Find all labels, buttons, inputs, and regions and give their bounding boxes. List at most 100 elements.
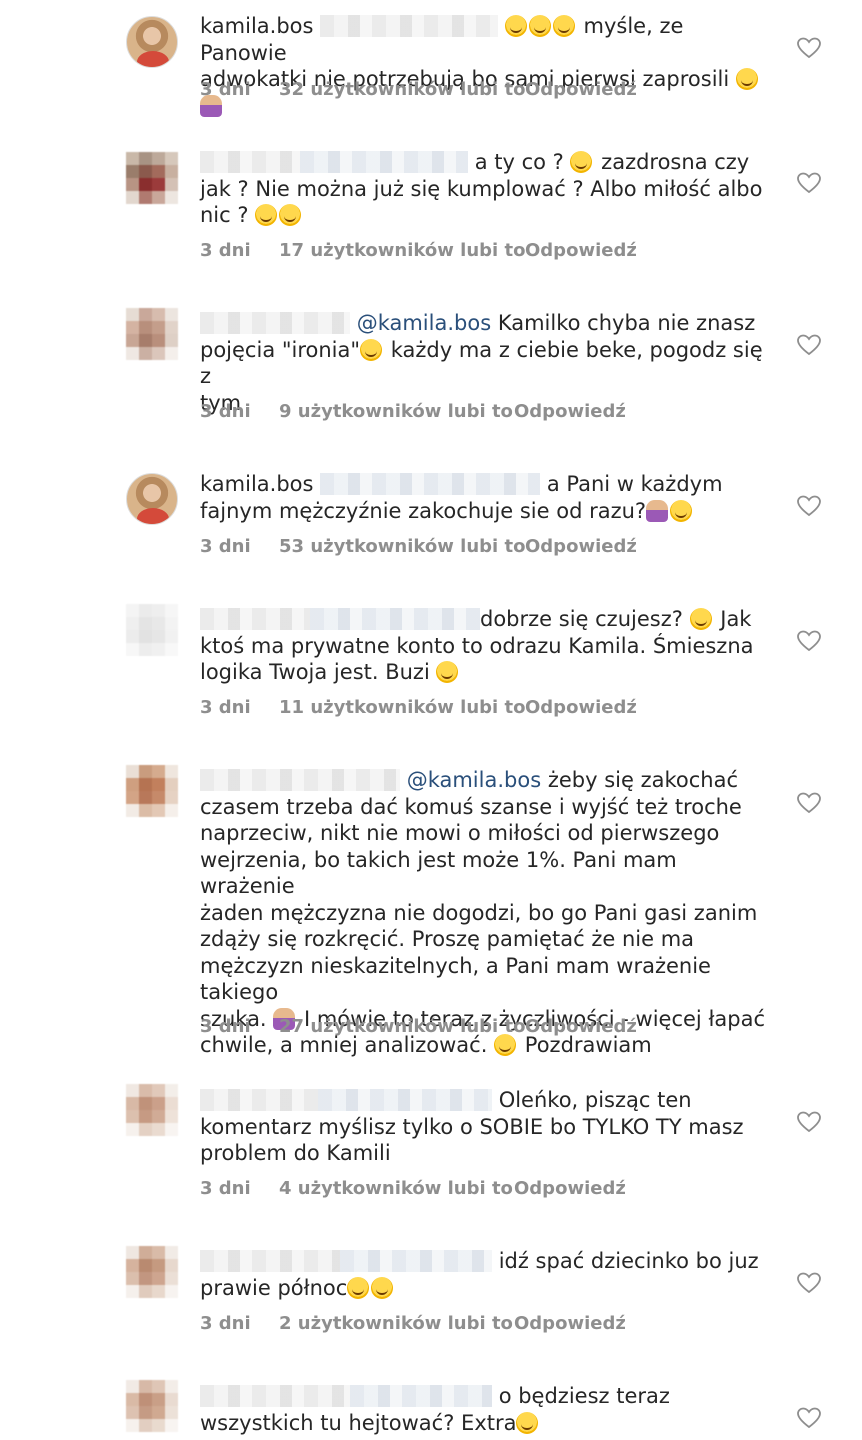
comment-body: logika Twoja jest. Buzi bbox=[200, 660, 430, 684]
rofl-emoji-icon bbox=[570, 151, 593, 173]
comment-body: wszystkich tu hejtować? Extra bbox=[200, 1410, 517, 1435]
reply-button[interactable]: Odpowiedź bbox=[514, 401, 626, 422]
facepalm-emoji-icon bbox=[646, 499, 669, 522]
heart-icon[interactable] bbox=[797, 37, 821, 59]
reply-button[interactable]: Odpowiedź bbox=[525, 240, 637, 261]
pixelated-mention bbox=[300, 151, 468, 173]
joy-emoji-icon bbox=[504, 15, 527, 37]
pixelated-username bbox=[200, 312, 350, 334]
comment-body: problem do Kamili bbox=[200, 1141, 391, 1165]
heart-icon[interactable] bbox=[797, 1407, 821, 1429]
pixelated-username bbox=[200, 1089, 318, 1111]
comment-body: dobrze się czujesz? bbox=[480, 607, 683, 631]
kiss-emoji-icon bbox=[436, 661, 459, 683]
timestamp: 3 dni bbox=[200, 697, 251, 718]
likes-count[interactable]: 11 użytkowników lubi to bbox=[279, 697, 525, 718]
avatar[interactable] bbox=[126, 473, 178, 525]
likes-count[interactable]: 17 użytkowników lubi to bbox=[279, 240, 525, 261]
joy-emoji-icon bbox=[279, 204, 302, 226]
pixelated-mention bbox=[318, 1089, 492, 1111]
timestamp: 3 dni bbox=[200, 1313, 251, 1334]
comment-body: naprzeciw, nikt nie mowi o miłości od pi… bbox=[200, 821, 720, 845]
comment-body: jak ? Nie można już się kumplować ? Albo… bbox=[200, 176, 763, 201]
comment-body: Oleńko, pisząc ten bbox=[498, 1088, 692, 1112]
joy-emoji-icon bbox=[255, 204, 278, 226]
pixelated-username bbox=[200, 151, 300, 173]
reply-button[interactable]: Odpowiedź bbox=[514, 1178, 626, 1199]
timestamp: 3 dni bbox=[200, 1016, 251, 1037]
heart-icon[interactable] bbox=[797, 1272, 821, 1294]
pixelated-mention bbox=[320, 473, 541, 495]
likes-count[interactable]: 4 użytkowników lubi to bbox=[279, 1178, 513, 1199]
comment-body: wejrzenia, bo takich jest może 1%. Pani … bbox=[200, 847, 677, 899]
joy-emoji-icon bbox=[528, 15, 551, 37]
username-link[interactable]: kamila.bos bbox=[200, 14, 313, 38]
comment-body: o będziesz teraz bbox=[498, 1384, 670, 1408]
joy-emoji-icon bbox=[552, 15, 575, 37]
comment-text: Oleńko, pisząc ten komentarz myślisz tyl… bbox=[200, 1087, 768, 1167]
mention-link[interactable]: @kamila.bos bbox=[407, 768, 541, 792]
reply-button[interactable]: Odpowiedź bbox=[525, 536, 637, 557]
comment-body: prawie północ bbox=[200, 1275, 348, 1300]
comment-body: Jak bbox=[720, 607, 752, 631]
comment-body: pojęcia "ironia" bbox=[200, 337, 361, 362]
avatar[interactable] bbox=[126, 604, 178, 656]
reply-button[interactable]: Odpowiedź bbox=[525, 697, 637, 718]
grin-emoji-icon bbox=[516, 1411, 539, 1434]
smile-emoji-icon bbox=[360, 338, 383, 361]
likes-count[interactable]: 53 użytkowników lubi to bbox=[279, 536, 525, 557]
pixelated-mention bbox=[350, 1385, 492, 1407]
timestamp: 3 dni bbox=[200, 79, 251, 100]
timestamp: 3 dni bbox=[200, 240, 251, 261]
pixelated-mention bbox=[320, 15, 499, 37]
smile-emoji-icon bbox=[371, 1276, 394, 1299]
comment-body: Kamilko chyba nie znasz bbox=[497, 311, 756, 335]
mention-link[interactable]: @kamila.bos bbox=[357, 311, 491, 335]
monocle-emoji-icon bbox=[670, 499, 693, 522]
comment-body: żeby się zakochać bbox=[547, 768, 738, 792]
comment-body: zdąży się rozkręcić. Proszę pamiętać że … bbox=[200, 927, 695, 951]
reply-button[interactable]: Odpowiedź bbox=[525, 1016, 637, 1037]
username-link[interactable]: kamila.bos bbox=[200, 472, 313, 496]
comment-text: o będziesz teraz wszystkich tu hejtować?… bbox=[200, 1383, 768, 1436]
comment-body: czasem trzeba dać komuś szanse i wyjść t… bbox=[200, 794, 742, 819]
wink-emoji-icon bbox=[494, 1034, 517, 1056]
avatar[interactable] bbox=[126, 16, 178, 68]
comment-body: a ty co ? bbox=[474, 150, 564, 174]
comment-text: kamila.bos a Pani w każdym fajnym mężczy… bbox=[200, 471, 768, 524]
likes-count[interactable]: 27 użytkowników lubi to bbox=[279, 1016, 525, 1037]
comment-body: nic ? bbox=[200, 203, 249, 227]
heart-icon[interactable] bbox=[797, 630, 821, 652]
comment-text: a ty co ? zazdrosna czy jak ? Nie można … bbox=[200, 149, 768, 229]
heart-icon[interactable] bbox=[797, 1111, 821, 1133]
heart-icon[interactable] bbox=[797, 172, 821, 194]
comment-body: a Pani w każdym bbox=[546, 472, 723, 496]
avatar[interactable] bbox=[126, 308, 178, 360]
grin-emoji-icon bbox=[735, 68, 758, 90]
pixelated-username bbox=[200, 1385, 350, 1407]
comment-body: żaden mężczyzna nie dogodzi, bo go Pani … bbox=[200, 900, 758, 925]
comment-text: kamila.bos myśle, ze Panowie adwokatki n… bbox=[200, 13, 768, 119]
likes-count[interactable]: 2 użytkowników lubi to bbox=[279, 1313, 513, 1334]
heart-icon[interactable] bbox=[797, 495, 821, 517]
comment-text: idź spać dziecinko bo juz prawie północ bbox=[200, 1248, 768, 1301]
avatar[interactable] bbox=[126, 1084, 178, 1136]
likes-count[interactable]: 32 użytkowników lubi to bbox=[279, 79, 525, 100]
pixelated-username bbox=[200, 608, 310, 630]
timestamp: 3 dni bbox=[200, 1178, 251, 1199]
avatar[interactable] bbox=[126, 1380, 178, 1432]
smile-emoji-icon bbox=[347, 1276, 370, 1299]
likes-count[interactable]: 9 użytkowników lubi to bbox=[279, 401, 513, 422]
avatar[interactable] bbox=[126, 1246, 178, 1298]
comment-body: idź spać dziecinko bo juz bbox=[498, 1249, 759, 1273]
timestamp: 3 dni bbox=[200, 401, 251, 422]
comment-body: mężczyzn nieskazitelnych, a Pani mam wra… bbox=[200, 953, 711, 1005]
avatar[interactable] bbox=[126, 765, 178, 817]
reply-button[interactable]: Odpowiedź bbox=[525, 79, 637, 100]
reply-button[interactable]: Odpowiedź bbox=[514, 1313, 626, 1334]
heart-icon[interactable] bbox=[797, 792, 821, 814]
joy-emoji-icon bbox=[689, 608, 712, 630]
avatar[interactable] bbox=[126, 152, 178, 204]
heart-icon[interactable] bbox=[797, 334, 821, 356]
comment-body: komentarz myślisz tylko o SOBIE bo TYLKO… bbox=[200, 1114, 744, 1139]
